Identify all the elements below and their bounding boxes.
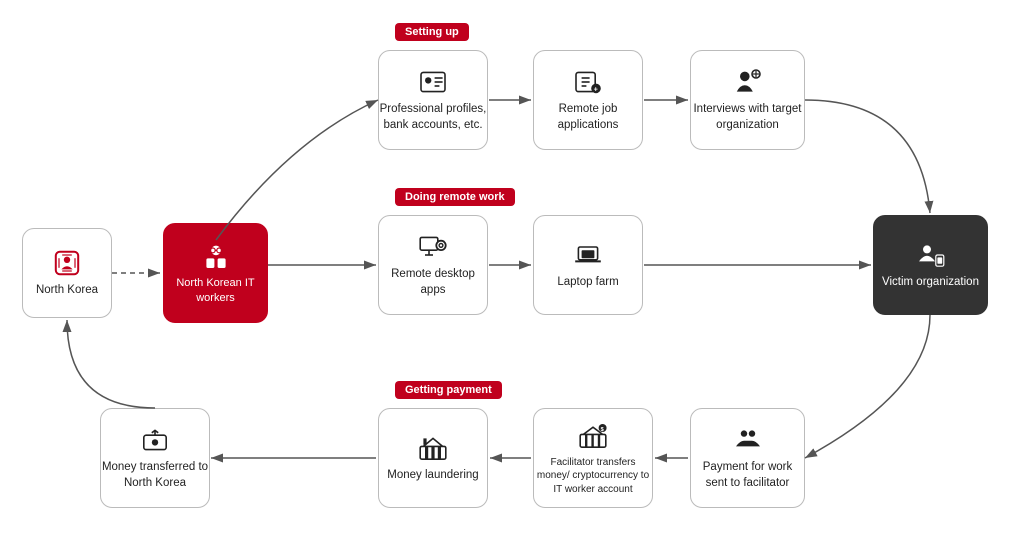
nk-workers-icon: [200, 240, 232, 272]
nk-workers-node: North Korean IT workers: [163, 223, 268, 323]
laptop-farm-node: Laptop farm: [533, 215, 643, 315]
payment-work-icon: [732, 424, 764, 456]
payment-work-label: Payment for work sent to facilitator: [691, 460, 804, 491]
victim-org-label: Victim organization: [882, 275, 979, 291]
badge-getting-payment: Getting payment: [395, 381, 502, 399]
facilitator-node: $ Facilitator transfers money/ cryptocur…: [533, 408, 653, 508]
facilitator-icon: $: [577, 420, 609, 452]
money-laundering-label: Money laundering: [387, 468, 478, 484]
interviews-node: Interviews with target organization: [690, 50, 805, 150]
prof-profiles-label: Professional profiles, bank accounts, et…: [379, 102, 487, 133]
payment-work-node: Payment for work sent to facilitator: [690, 408, 805, 508]
victim-org-icon: [915, 239, 947, 271]
interviews-icon: [732, 66, 764, 98]
remote-job-icon: +: [572, 66, 604, 98]
remote-desktop-node: Remote desktop apps: [378, 215, 488, 315]
laptop-farm-icon: [572, 239, 604, 271]
badge-doing-remote: Doing remote work: [395, 188, 515, 206]
north-korea-node: North Korea: [22, 228, 112, 318]
north-korea-label: North Korea: [36, 283, 98, 299]
money-transferred-label: Money transferred to North Korea: [101, 460, 209, 491]
north-korea-icon: [51, 247, 83, 279]
prof-profiles-icon: [417, 66, 449, 98]
diagram: Setting up Doing remote work Getting pay…: [0, 0, 1024, 546]
remote-job-label: Remote job applications: [534, 102, 642, 133]
prof-profiles-node: Professional profiles, bank accounts, et…: [378, 50, 488, 150]
money-transferred-node: Money transferred to North Korea: [100, 408, 210, 508]
facilitator-label: Facilitator transfers money/ cryptocurre…: [534, 456, 652, 497]
remote-desktop-icon: [417, 231, 449, 263]
remote-desktop-label: Remote desktop apps: [379, 267, 487, 298]
laptop-farm-label: Laptop farm: [557, 275, 618, 291]
badge-setting-up: Setting up: [395, 23, 469, 41]
money-transferred-icon: [139, 424, 171, 456]
victim-org-node: Victim organization: [873, 215, 988, 315]
nk-workers-label: North Korean IT workers: [164, 276, 267, 306]
svg-text:+: +: [594, 85, 598, 94]
money-laundering-node: Money laundering: [378, 408, 488, 508]
interviews-label: Interviews with target organization: [691, 102, 804, 133]
money-laundering-icon: [417, 432, 449, 464]
remote-job-node: + Remote job applications: [533, 50, 643, 150]
